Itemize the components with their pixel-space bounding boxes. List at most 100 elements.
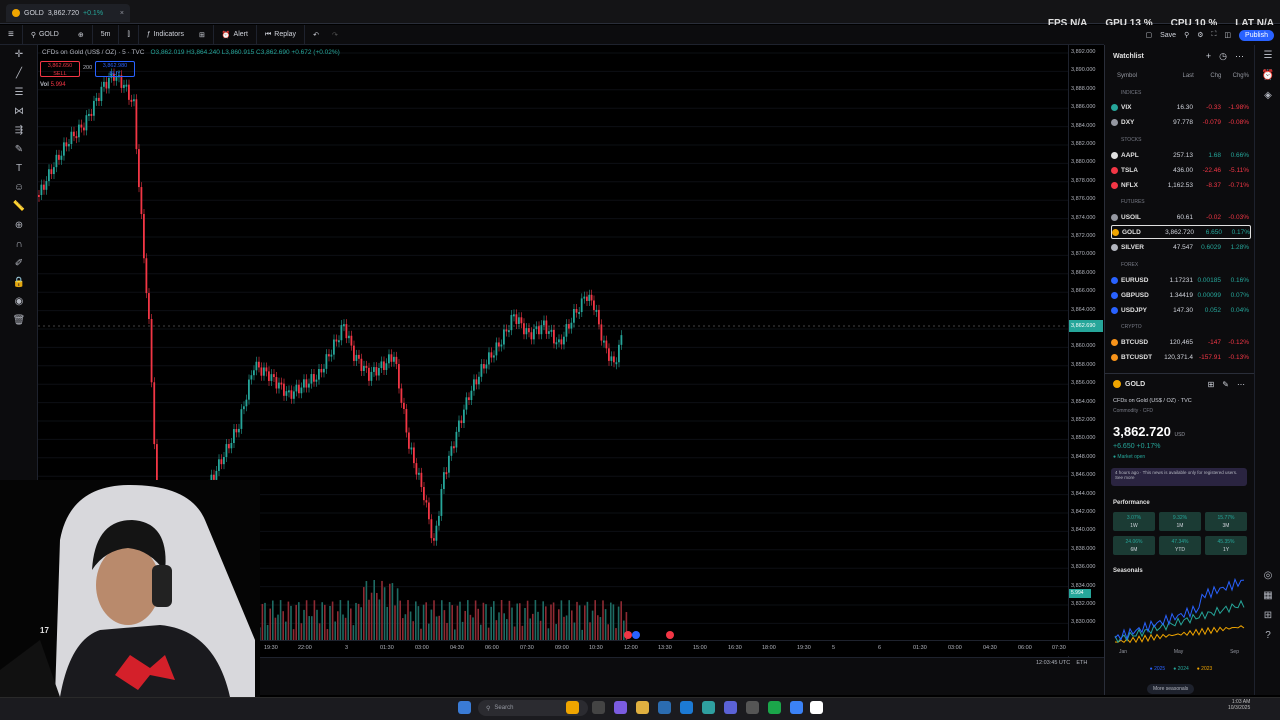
layers-icon[interactable]: ◈ xyxy=(1255,85,1280,105)
sell-button[interactable]: 3,862.650 SELL xyxy=(40,61,80,77)
section-crypto[interactable]: CRYPTO xyxy=(1121,324,1142,330)
edge-icon[interactable] xyxy=(702,701,715,714)
trash-icon[interactable]: 🗑 xyxy=(0,311,38,330)
discord-icon[interactable] xyxy=(724,701,737,714)
pattern-tool-icon[interactable]: ⋈ xyxy=(0,102,38,121)
watchlist-row[interactable]: DXY 97.778 -0.079 -0.08% xyxy=(1111,115,1251,129)
col-last[interactable]: Last xyxy=(1162,73,1193,79)
undo-button[interactable]: ↶ ↷ xyxy=(305,25,346,44)
app-icon[interactable] xyxy=(614,701,627,714)
menu-button[interactable]: ≡ xyxy=(0,25,23,44)
tradingview-app-icon[interactable] xyxy=(810,701,823,714)
target-icon[interactable]: ◎ xyxy=(1255,565,1280,585)
watchlist-row[interactable]: BTCUSDT 120,371.4 -157.91 -0.13% xyxy=(1111,350,1251,364)
obs-icon[interactable] xyxy=(746,701,759,714)
event-marker-icon[interactable] xyxy=(624,631,632,639)
hide-icon[interactable]: ◉ xyxy=(0,292,38,311)
watchlist-row[interactable]: NFLX 1,162.53 -8.37 -0.71% xyxy=(1111,178,1251,192)
browser-icon[interactable] xyxy=(790,701,803,714)
watchlist-row[interactable]: VIX 16.30 -0.33 -1.98% xyxy=(1111,100,1251,114)
compare-icon[interactable]: ⊕ xyxy=(78,31,84,39)
close-tab-icon[interactable]: × xyxy=(120,10,124,17)
prediction-tool-icon[interactable]: ⇶ xyxy=(0,121,38,140)
watchlist-row[interactable]: GOLD 3,862.720 6.650 0.17% xyxy=(1111,225,1251,239)
section-futures[interactable]: FUTURES xyxy=(1121,199,1145,205)
crosshair-tool-icon[interactable]: ✛ xyxy=(0,45,38,64)
browser-tab[interactable]: GOLD 3,862.720 +0.1% × xyxy=(6,4,130,22)
col-chg-pct[interactable]: Chg% xyxy=(1221,73,1249,79)
performance-cell[interactable]: 15.77% 3M xyxy=(1205,512,1247,531)
stay-drawing-icon[interactable]: ✐ xyxy=(0,254,38,273)
help-icon[interactable]: ? xyxy=(1255,625,1280,645)
chart-type-button[interactable]: ⫿ xyxy=(119,25,139,44)
watchlist-row[interactable]: GBPUSD 1.34419 0.00099 0.07% xyxy=(1111,288,1251,302)
apps-icon[interactable]: ⊞ xyxy=(1255,605,1280,625)
fullscreen-icon[interactable]: ⛶ xyxy=(1212,31,1217,39)
detail-more-icon[interactable]: ⋯ xyxy=(1237,380,1245,389)
mail-icon[interactable] xyxy=(680,701,693,714)
trend-line-tool-icon[interactable]: ╱ xyxy=(0,64,38,83)
col-chg[interactable]: Chg xyxy=(1194,73,1221,79)
performance-cell[interactable]: 3.07% 1W xyxy=(1113,512,1155,531)
more-icon[interactable]: ⋯ xyxy=(1235,51,1244,62)
section-forex[interactable]: FOREX xyxy=(1121,262,1138,268)
calendar-icon[interactable]: ▦ xyxy=(1255,585,1280,605)
redo-icon[interactable]: ↷ xyxy=(332,31,338,39)
seasonals-chart[interactable] xyxy=(1111,578,1249,648)
watchlist-row[interactable]: USOIL 60.61 -0.02 -0.03% xyxy=(1111,210,1251,224)
snapshot-icon[interactable]: ◫ xyxy=(1224,31,1231,39)
watchlist-row[interactable]: SILVER 47.547 0.6029 1.28% xyxy=(1111,240,1251,254)
performance-cell[interactable]: 45.35% 1Y xyxy=(1205,536,1247,555)
save-button[interactable]: Save xyxy=(1160,32,1176,39)
news-banner[interactable]: 4 hours ago · This news is available onl… xyxy=(1111,468,1247,486)
watchlist-row[interactable]: BTCUSD 120,465 -147 -0.12% xyxy=(1111,335,1251,349)
system-clock[interactable]: 1:03 AM 10/3/2025 xyxy=(1228,699,1250,711)
watchlist-row[interactable]: AAPL 257.13 1.68 0.66% xyxy=(1111,148,1251,162)
watchlist-icon[interactable]: ☰ xyxy=(1255,45,1280,65)
event-marker-icon[interactable] xyxy=(666,631,674,639)
performance-cell[interactable]: 24.06% 6M xyxy=(1113,536,1155,555)
replay-button[interactable]: ⏮ Replay xyxy=(257,25,306,44)
text-tool-icon[interactable]: T xyxy=(0,159,38,178)
symbol-search-button[interactable]: ⚲ GOLD ⊕ xyxy=(23,25,93,44)
performance-cell[interactable]: 47.34% YTD xyxy=(1159,536,1201,555)
widget-icon[interactable] xyxy=(566,701,579,714)
edit-icon[interactable]: ✎ xyxy=(1222,380,1229,389)
templates-icon[interactable]: ⊞ xyxy=(199,31,205,39)
watchlist-row[interactable]: EURUSD 1.17231 0.00185 0.16% xyxy=(1111,273,1251,287)
settings-icon[interactable]: ⚙ xyxy=(1197,31,1203,39)
watchlist-row[interactable]: TSLA 436.00 -22.46 -5.11% xyxy=(1111,163,1251,177)
performance-cell[interactable]: 9.32% 1M xyxy=(1159,512,1201,531)
start-icon[interactable] xyxy=(458,701,471,714)
more-seasonals-button[interactable]: More seasonals xyxy=(1147,684,1195,694)
magnet-tool-icon[interactable]: ∩ xyxy=(0,235,38,254)
event-marker-icon[interactable] xyxy=(632,631,640,639)
interval-button[interactable]: 5m xyxy=(93,25,120,44)
grid-icon[interactable]: ⊞ xyxy=(1208,380,1215,389)
watchlist-title[interactable]: Watchlist xyxy=(1113,53,1144,60)
section-indices[interactable]: INDICES xyxy=(1121,90,1141,96)
watchlist-clock-icon[interactable]: ◷ xyxy=(1219,51,1227,62)
add-symbol-icon[interactable]: + xyxy=(1206,51,1211,62)
store-icon[interactable] xyxy=(658,701,671,714)
lock-icon[interactable]: 🔒 xyxy=(0,273,38,292)
utc-clock[interactable]: 12:03:45 UTC ETH xyxy=(1036,660,1087,666)
explorer-icon[interactable] xyxy=(636,701,649,714)
detail-symbol-header[interactable]: GOLD xyxy=(1113,380,1145,388)
col-symbol[interactable]: Symbol xyxy=(1113,73,1162,79)
alerts-icon[interactable]: ⏰ xyxy=(1255,65,1280,85)
icons-tool-icon[interactable]: ☺ xyxy=(0,178,38,197)
search-tool-icon[interactable]: ⚲ xyxy=(1184,31,1189,39)
section-stocks[interactable]: STOCKS xyxy=(1121,137,1141,143)
fib-tool-icon[interactable]: ☰ xyxy=(0,83,38,102)
spotify-icon[interactable] xyxy=(768,701,781,714)
watchlist-row[interactable]: USDJPY 147.30 0.052 0.04% xyxy=(1111,303,1251,317)
ruler-tool-icon[interactable]: 📏 xyxy=(0,197,38,216)
alert-button[interactable]: ⏰ Alert xyxy=(214,25,257,44)
brush-tool-icon[interactable]: ✎ xyxy=(0,140,38,159)
price-axis[interactable]: 3,892.000 3,890.000 3,888.000 3,886.000 3,88… xyxy=(1068,45,1104,657)
publish-button[interactable]: Publish xyxy=(1239,29,1274,41)
buy-button[interactable]: 3,862.980 BUY xyxy=(95,61,135,77)
layout-icon[interactable]: ▢ xyxy=(1145,31,1152,39)
indicators-button[interactable]: ƒ Indicators ⊞ xyxy=(139,25,214,44)
